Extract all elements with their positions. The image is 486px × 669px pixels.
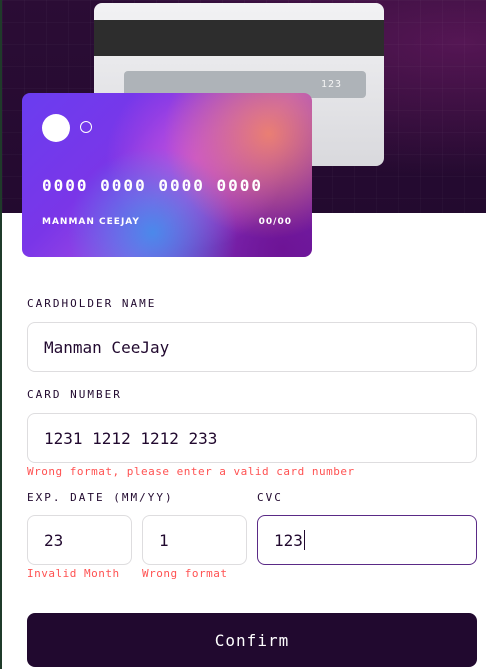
cvc-label: CVC [257,491,283,504]
expiry-year-value: 1 [159,530,169,550]
card-number-value: 1231 1212 1212 233 [44,428,218,448]
expiry-month-value: 23 [44,530,64,550]
cvc-input[interactable]: 123 [257,515,477,565]
cardholder-name-label: CARDHOLDER NAME [27,297,157,310]
text-caret [303,530,305,550]
card-logo-circle-small [80,121,92,133]
confirm-button[interactable]: Confirm [27,613,477,667]
card-front: 0000 0000 0000 0000 MANMAN CEEJAY 00/00 [22,93,312,257]
card-front-name: MANMAN CEEJAY [42,217,140,227]
cardholder-name-value: Manman CeeJay [44,337,170,357]
card-logo-circle-large [42,114,70,142]
expiry-month-error: Invalid Month [27,567,120,580]
card-number-error: Wrong format, please enter a valid card … [27,465,355,478]
expiry-year-input[interactable]: 1 [142,515,247,565]
magnetic-stripe [94,20,384,56]
card-number-label: CARD NUMBER [27,388,122,401]
card-number-input[interactable]: 1231 1212 1212 233 [27,413,477,463]
expiry-date-label: EXP. DATE (MM/YY) [27,491,174,504]
card-front-number: 0000 0000 0000 0000 [42,176,264,195]
expiry-month-input[interactable]: 23 [27,515,132,565]
card-back-cvc: 123 [320,79,342,90]
card-front-expiry: 00/00 [258,217,292,227]
cardholder-name-input[interactable]: Manman CeeJay [27,322,477,372]
expiry-year-error: Wrong format [142,567,228,580]
confirm-button-label: Confirm [214,630,290,650]
cvc-value: 123 [274,530,303,550]
